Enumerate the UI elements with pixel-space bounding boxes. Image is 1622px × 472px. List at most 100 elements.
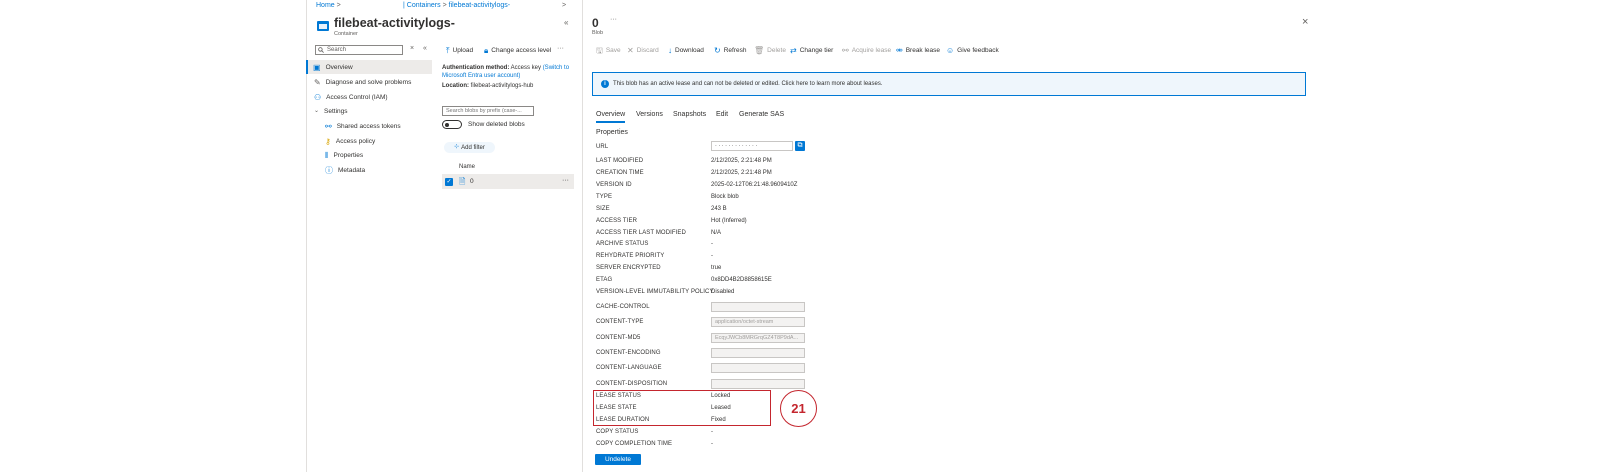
property-label: REHYDRATE PRIORITY: [596, 253, 665, 259]
property-value: -: [711, 441, 713, 447]
change-access-level-button[interactable]: 🔒︎ Change access level: [484, 46, 551, 55]
link-icon: ⚯: [842, 46, 849, 55]
container-icon: [317, 21, 329, 31]
save-button[interactable]: 🖫︎ Save: [596, 46, 621, 55]
acquire-lease-button[interactable]: ⚯ Acquire lease: [842, 46, 891, 55]
nav-item-properties[interactable]: ⦀ Properties: [306, 148, 451, 162]
property-value: 0x8DD4B2D8858615E: [711, 277, 772, 283]
tab-edit[interactable]: Edit: [716, 111, 728, 118]
nav-item-shared-access-tokens[interactable]: ⚯ Shared access tokens: [306, 119, 451, 133]
property-input-field[interactable]: EcqyJWCb8MRGrqGZ4T8P9dA...: [711, 333, 805, 343]
blob-row[interactable]: ✓ 🗎︎ 0 ···: [442, 175, 574, 189]
property-value: Block blob: [711, 194, 739, 200]
blob-file-icon: 🗎︎: [459, 177, 466, 186]
name-column-header[interactable]: Name: [459, 164, 475, 170]
tab-versions[interactable]: Versions: [636, 111, 663, 118]
location-label: Location:: [442, 83, 469, 89]
give-feedback-button[interactable]: ☺ Give feedback: [946, 46, 999, 55]
nav-item-metadata[interactable]: ⓘ Metadata: [306, 163, 451, 177]
download-button[interactable]: ↓ Download: [668, 46, 704, 55]
feedback-label: Give feedback: [957, 47, 999, 54]
add-filter-label: Add filter: [461, 144, 485, 151]
nav-item-label: Properties: [333, 151, 364, 159]
row-checkbox[interactable]: ✓: [445, 178, 453, 186]
blob-prefix-search-input[interactable]: [442, 106, 534, 116]
nav-item-label: Settings: [324, 107, 348, 115]
nav-selected-indicator: [306, 60, 308, 74]
filter-icon: ⊹: [454, 144, 460, 150]
nav-item-iam[interactable]: ⚇ Access Control (IAM): [306, 90, 440, 104]
breadcrumb-home[interactable]: Home: [316, 2, 335, 9]
close-button[interactable]: ×: [1302, 16, 1308, 28]
property-label: LAST MODIFIED: [596, 158, 644, 164]
nav-item-label: Overview: [325, 63, 353, 71]
property-value: Disabled: [711, 289, 735, 295]
row-more-button[interactable]: ···: [562, 177, 569, 184]
property-value: -: [711, 429, 713, 435]
blob-more-button[interactable]: ···: [610, 16, 617, 23]
more-actions-button[interactable]: ···: [557, 45, 564, 52]
url-field[interactable]: · · · · · · · · · · · · ·: [711, 141, 793, 151]
nav-search-input[interactable]: Search: [315, 45, 403, 55]
broken-link-icon: ⚮: [896, 46, 903, 55]
breadcrumb-current[interactable]: filebeat-activitylogs-: [449, 2, 510, 9]
property-input-field[interactable]: [711, 379, 805, 389]
wrench-icon: ✎: [314, 77, 321, 87]
save-label: Save: [605, 47, 621, 54]
blob-name[interactable]: 0: [470, 178, 474, 185]
change-tier-label: Change tier: [799, 47, 834, 54]
nav-item-diagnose[interactable]: ✎ Diagnose and solve problems: [306, 75, 440, 89]
download-label: Download: [675, 47, 704, 54]
refresh-button[interactable]: ↻ Refresh: [714, 46, 746, 55]
copy-url-button[interactable]: ⧉: [795, 141, 805, 151]
property-label: SIZE: [596, 206, 610, 212]
info-icon: ⓘ: [325, 165, 333, 175]
break-lease-button[interactable]: ⚮ Break lease: [896, 46, 940, 55]
upload-button[interactable]: ⤒ Upload: [446, 46, 473, 55]
property-input-field[interactable]: [711, 302, 805, 312]
delete-button[interactable]: 🗑︎ Delete: [754, 46, 786, 55]
breadcrumb-containers[interactable]: | Containers: [403, 2, 441, 9]
show-deleted-toggle[interactable]: [442, 120, 462, 129]
nav-group-settings[interactable]: ⌄ Settings: [306, 104, 440, 118]
location-value: filebeat-activitylogs-hub: [470, 83, 534, 89]
auth-value: Access key: [510, 65, 542, 71]
property-value: -: [711, 241, 713, 247]
property-label: SERVER ENCRYPTED: [596, 265, 661, 271]
close-icon: ✕: [627, 46, 634, 55]
clear-search-button[interactable]: ×: [410, 45, 414, 52]
blob-title: 0: [592, 16, 599, 30]
collapse-pane-button[interactable]: «: [564, 18, 568, 27]
property-input-field[interactable]: application/octet-stream: [711, 317, 805, 327]
change-tier-button[interactable]: ⇄ Change tier: [790, 46, 833, 55]
key-icon: ⚷: [325, 136, 331, 146]
nav-item-label: Diagnose and solve problems: [325, 78, 412, 86]
tab-snapshots[interactable]: Snapshots: [673, 111, 706, 118]
property-label: CONTENT-TYPE: [596, 319, 644, 325]
discard-button[interactable]: ✕ Discard: [627, 46, 659, 55]
properties-heading: Properties: [596, 129, 628, 136]
trash-icon: 🗑︎: [754, 46, 765, 55]
property-label: COPY STATUS: [596, 429, 639, 435]
breadcrumb-tail: | Containers > filebeat-activitylogs-: [403, 2, 510, 9]
tab-overview[interactable]: Overview: [596, 111, 625, 118]
properties-icon: ⦀: [325, 150, 329, 160]
property-label: URL: [596, 144, 609, 150]
undelete-button[interactable]: Undelete: [595, 454, 641, 465]
banner-text: This blob has an active lease and can no…: [613, 81, 883, 87]
lease-info-banner[interactable]: i This blob has an active lease and can …: [592, 72, 1306, 96]
nav-item-access-policy[interactable]: ⚷ Access policy: [306, 134, 451, 148]
property-value: N/A: [711, 230, 722, 236]
copy-icon: ⧉: [797, 142, 803, 149]
property-input-field[interactable]: [711, 363, 805, 373]
info-icon: i: [601, 80, 609, 88]
feedback-icon: ☺: [946, 46, 955, 55]
collapse-nav-button[interactable]: «: [423, 45, 427, 52]
nav-item-label: Access Control (IAM): [326, 93, 388, 101]
link-icon: ⚯: [325, 121, 332, 131]
add-filter-button[interactable]: ⊹ Add filter: [444, 142, 495, 153]
tab-generate-sas[interactable]: Generate SAS: [739, 111, 784, 118]
nav-item-overview[interactable]: ▣ Overview: [306, 60, 432, 74]
blob-subtitle: Blob: [592, 30, 604, 36]
property-input-field[interactable]: [711, 348, 805, 358]
